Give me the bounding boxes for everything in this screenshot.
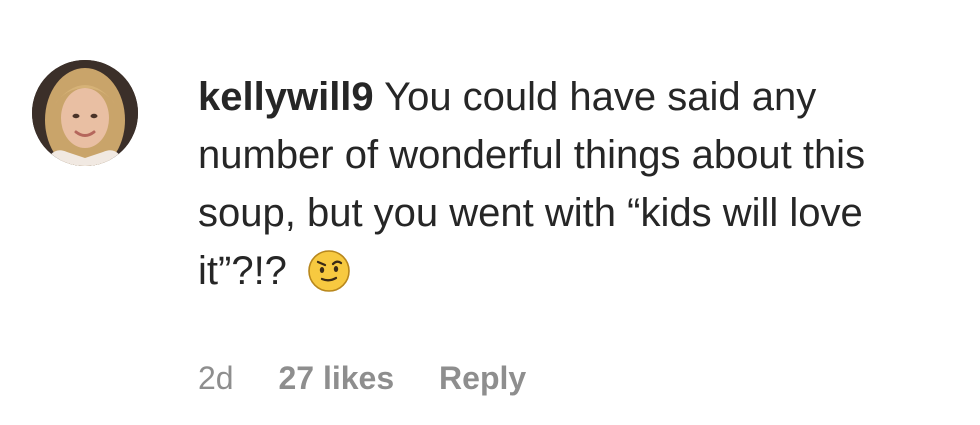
comment-body: kellywill9 You could have said any numbe… <box>198 68 938 300</box>
reply-button[interactable]: Reply <box>439 356 526 400</box>
comment: kellywill9 You could have said any numbe… <box>0 0 980 425</box>
raised-eyebrow-emoji-icon <box>306 248 352 294</box>
avatar[interactable] <box>32 60 138 166</box>
comment-likes-count[interactable]: 27 likes <box>278 356 394 400</box>
comment-meta: 2d 27 likes Reply <box>198 356 562 400</box>
avatar-photo-icon <box>32 60 138 166</box>
comment-timestamp[interactable]: 2d <box>198 356 234 400</box>
comment-username[interactable]: kellywill9 <box>198 75 374 119</box>
